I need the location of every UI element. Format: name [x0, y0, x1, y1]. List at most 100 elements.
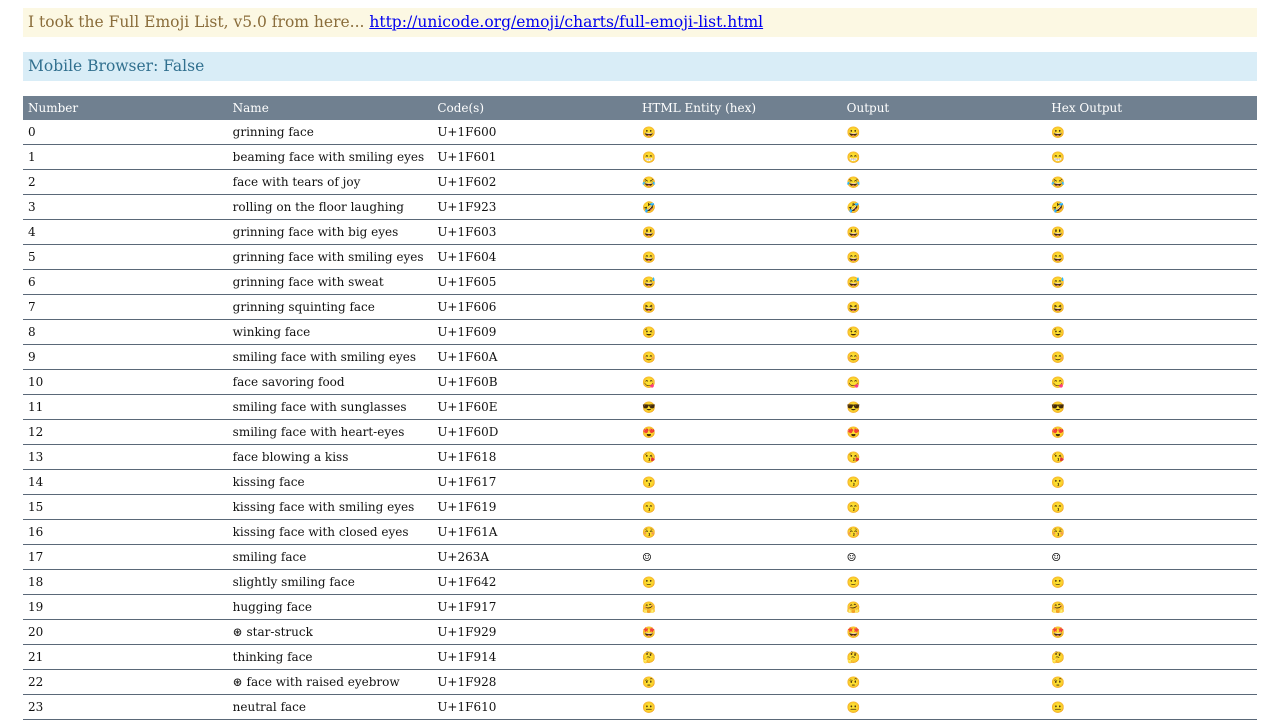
- cell-name: grinning face with big eyes: [227, 219, 433, 245]
- cell-html-entity-emoji: 😆: [636, 294, 842, 320]
- cell-output-emoji: 😉: [841, 319, 1047, 345]
- cell-html-entity-emoji: 🤣: [636, 194, 842, 220]
- cell-hex-output-emoji: 🤔: [1046, 644, 1257, 670]
- cell-number: 23: [23, 694, 228, 720]
- cell-hex-output-emoji: 😃: [1046, 219, 1257, 245]
- page-container: I took the Full Emoji List, v5.0 from he…: [23, 8, 1257, 720]
- cell-number: 22: [23, 669, 228, 695]
- cell-code: U+1F60D: [432, 419, 637, 445]
- emoji-table-body: 0 grinning face U+1F600 😀 😀 😀 1 beaming face wi…: [23, 120, 1257, 720]
- cell-code: U+1F619: [432, 494, 637, 520]
- table-row: 5 grinning face with smiling eyes U+1F604 😄…: [23, 244, 1257, 270]
- source-link[interactable]: http://unicode.org/emoji/charts/full-emo…: [369, 13, 763, 31]
- cell-number: 11: [23, 394, 228, 420]
- cell-name: face savoring food: [227, 369, 433, 395]
- cell-name: thinking face: [227, 644, 433, 670]
- table-row: 6 grinning face with sweat U+1F605 😅 😅 😅: [23, 269, 1257, 295]
- header-codes: Code(s): [432, 96, 637, 120]
- cell-number: 4: [23, 219, 228, 245]
- cell-code: U+1F60A: [432, 344, 637, 370]
- cell-name: grinning face: [227, 120, 433, 145]
- cell-number: 0: [23, 120, 228, 145]
- cell-output-emoji: 😊: [841, 344, 1047, 370]
- cell-output-emoji: 🤗: [841, 594, 1047, 620]
- table-row: 17 smiling face U+263A ☺ ☺ ☺: [23, 544, 1257, 570]
- cell-number: 2: [23, 169, 228, 195]
- cell-name: beaming face with smiling eyes: [227, 144, 433, 170]
- cell-hex-output-emoji: 😎: [1046, 394, 1257, 420]
- cell-output-emoji: 😄: [841, 244, 1047, 270]
- table-row: 2 face with tears of joy U+1F602 😂 😂 😂: [23, 169, 1257, 195]
- cell-output-emoji: 😘: [841, 444, 1047, 470]
- cell-number: 18: [23, 569, 228, 595]
- cell-output-emoji: 😍: [841, 419, 1047, 445]
- cell-number: 5: [23, 244, 228, 270]
- cell-number: 1: [23, 144, 228, 170]
- cell-number: 20: [23, 619, 228, 645]
- cell-code: U+1F60E: [432, 394, 637, 420]
- cell-code: U+263A: [432, 544, 637, 570]
- cell-html-entity-emoji: 🤨: [636, 669, 842, 695]
- cell-output-emoji: ☺: [841, 544, 1047, 570]
- cell-number: 12: [23, 419, 228, 445]
- cell-html-entity-emoji: 😅: [636, 269, 842, 295]
- table-row: 0 grinning face U+1F600 😀 😀 😀: [23, 120, 1257, 145]
- cell-code: U+1F609: [432, 319, 637, 345]
- cell-number: 9: [23, 344, 228, 370]
- table-row: 14 kissing face U+1F617 😗 😗 😗: [23, 469, 1257, 495]
- cell-name: grinning face with smiling eyes: [227, 244, 433, 270]
- cell-output-emoji: 🤔: [841, 644, 1047, 670]
- table-row: 23 neutral face U+1F610 😐 😐 😐: [23, 694, 1257, 720]
- cell-name: face with tears of joy: [227, 169, 433, 195]
- cell-code: U+1F606: [432, 294, 637, 320]
- emoji-table: Number Name Code(s) HTML Entity (hex) Ou…: [23, 96, 1257, 720]
- cell-output-emoji: 😀: [841, 120, 1047, 145]
- table-row: 22 ⊛ face with raised eyebrow U+1F928 🤨 🤨 🤨: [23, 669, 1257, 695]
- cell-output-emoji: 😙: [841, 494, 1047, 520]
- cell-html-entity-emoji: 😐: [636, 694, 842, 720]
- cell-html-entity-emoji: ☺: [636, 544, 842, 570]
- cell-html-entity-emoji: 😘: [636, 444, 842, 470]
- table-row: 1 beaming face with smiling eyes U+1F601 😁 😁…: [23, 144, 1257, 170]
- cell-hex-output-emoji: 😋: [1046, 369, 1257, 395]
- cell-html-entity-emoji: 😂: [636, 169, 842, 195]
- cell-html-entity-emoji: 🤔: [636, 644, 842, 670]
- mobile-browser-banner: Mobile Browser: False: [23, 52, 1257, 81]
- cell-hex-output-emoji: 😊: [1046, 344, 1257, 370]
- cell-html-entity-emoji: 🤩: [636, 619, 842, 645]
- cell-html-entity-emoji: 😍: [636, 419, 842, 445]
- cell-code: U+1F61A: [432, 519, 637, 545]
- cell-code: U+1F610: [432, 694, 637, 720]
- cell-name: hugging face: [227, 594, 433, 620]
- cell-name: smiling face with smiling eyes: [227, 344, 433, 370]
- table-row: 20 ⊛ star-struck U+1F929 🤩 🤩 🤩: [23, 619, 1257, 645]
- table-row: 12 smiling face with heart-eyes U+1F60D 😍 😍 😍: [23, 419, 1257, 445]
- header-number: Number: [23, 96, 228, 120]
- header-name: Name: [227, 96, 433, 120]
- cell-output-emoji: 🤣: [841, 194, 1047, 220]
- cell-number: 8: [23, 319, 228, 345]
- cell-code: U+1F642: [432, 569, 637, 595]
- cell-hex-output-emoji: 😘: [1046, 444, 1257, 470]
- cell-number: 19: [23, 594, 228, 620]
- cell-code: U+1F914: [432, 644, 637, 670]
- cell-name: grinning face with sweat: [227, 269, 433, 295]
- cell-name: kissing face with smiling eyes: [227, 494, 433, 520]
- cell-code: U+1F604: [432, 244, 637, 270]
- cell-name: grinning squinting face: [227, 294, 433, 320]
- cell-hex-output-emoji: 😄: [1046, 244, 1257, 270]
- cell-number: 15: [23, 494, 228, 520]
- cell-hex-output-emoji: 🙂: [1046, 569, 1257, 595]
- table-row: 10 face savoring food U+1F60B 😋 😋 😋: [23, 369, 1257, 395]
- cell-code: U+1F617: [432, 469, 637, 495]
- cell-output-emoji: 😆: [841, 294, 1047, 320]
- cell-name: face blowing a kiss: [227, 444, 433, 470]
- mobile-browser-text: Mobile Browser: False: [28, 57, 205, 75]
- cell-number: 10: [23, 369, 228, 395]
- cell-name: neutral face: [227, 694, 433, 720]
- cell-html-entity-emoji: 😀: [636, 120, 842, 145]
- cell-html-entity-emoji: 😄: [636, 244, 842, 270]
- cell-html-entity-emoji: 😉: [636, 319, 842, 345]
- cell-hex-output-emoji: 😙: [1046, 494, 1257, 520]
- cell-hex-output-emoji: 😐: [1046, 694, 1257, 720]
